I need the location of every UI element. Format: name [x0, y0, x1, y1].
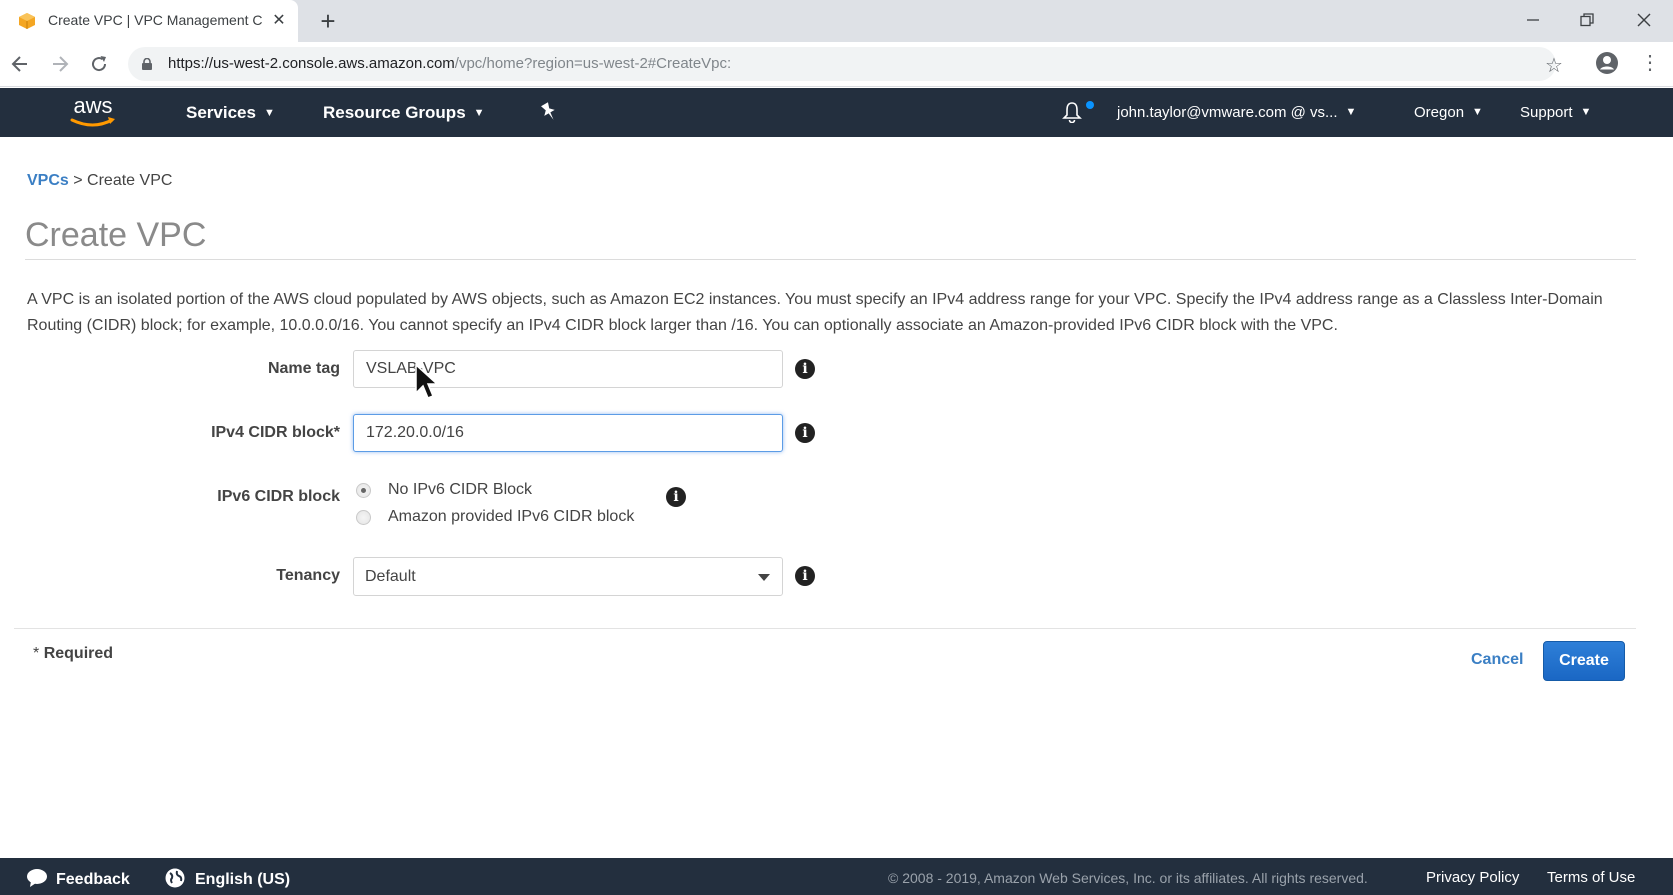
ipv4-cidr-input[interactable] — [353, 414, 783, 452]
region-menu[interactable]: Oregon ▼ — [1414, 104, 1483, 121]
ipv6-option-none[interactable]: No IPv6 CIDR Block — [356, 481, 532, 499]
ipv6-option-amazon[interactable]: Amazon provided IPv6 CIDR block — [356, 508, 634, 526]
breadcrumb-separator: > — [73, 172, 83, 189]
services-label: Services — [186, 103, 256, 122]
browser-toolbar: https://us-west-2.console.aws.amazon.com… — [0, 42, 1673, 87]
cancel-button[interactable]: Cancel — [1471, 651, 1523, 669]
caret-down-icon — [758, 574, 770, 581]
required-text: Required — [43, 645, 114, 662]
footer: Feedback English (US) © 2008 - 2019, Ama… — [0, 858, 1673, 895]
globe-icon — [165, 868, 185, 888]
radio-label: No IPv6 CIDR Block — [388, 481, 533, 498]
minimize-button[interactable] — [1513, 6, 1553, 34]
tenancy-value: Default — [365, 568, 416, 585]
language-selector[interactable]: English (US) — [165, 868, 290, 889]
tab-close-icon[interactable]: ✕ — [270, 10, 288, 30]
terms-of-use-link[interactable]: Terms of Use — [1547, 869, 1635, 886]
arrow-left-icon — [11, 56, 27, 72]
chevron-down-icon: ▼ — [263, 107, 275, 119]
ipv4-cidr-label: IPv4 CIDR block* — [211, 424, 340, 441]
support-label: Support — [1520, 104, 1573, 121]
browser-tab-strip: Create VPC | VPC Management Console ✕ + — [0, 0, 1673, 42]
forward-button[interactable] — [46, 50, 74, 78]
pin-icon[interactable] — [540, 102, 558, 122]
copyright-text: © 2008 - 2019, Amazon Web Services, Inc.… — [888, 870, 1368, 886]
url-text: https://us-west-2.console.aws.amazon.com… — [168, 55, 731, 72]
breadcrumb-vpcs-link[interactable]: VPCs — [27, 172, 69, 189]
ipv4-cidr-info-icon[interactable]: i — [795, 423, 815, 443]
region-label: Oregon — [1414, 104, 1465, 121]
create-button[interactable]: Create — [1543, 641, 1625, 681]
tenancy-info-icon[interactable]: i — [795, 566, 815, 586]
restore-button[interactable] — [1567, 6, 1607, 34]
url-path: /vpc/home?region=us-west-2#CreateVpc: — [454, 55, 732, 72]
window-close-button[interactable] — [1624, 6, 1664, 34]
feedback-link[interactable]: Feedback — [26, 868, 130, 889]
star-icon[interactable]: ☆ — [1545, 53, 1563, 78]
tenancy-label: Tenancy — [276, 567, 340, 584]
resource-groups-label: Resource Groups — [323, 103, 466, 122]
restore-icon — [1580, 13, 1594, 27]
name-tag-info-icon[interactable]: i — [795, 359, 815, 379]
language-label: English (US) — [195, 871, 291, 888]
form-divider — [14, 628, 1636, 629]
support-menu[interactable]: Support ▼ — [1520, 104, 1591, 121]
arrow-right-icon — [53, 56, 69, 72]
close-icon — [1637, 13, 1651, 27]
asterisk: * — [33, 645, 40, 662]
ipv6-cidr-info-icon[interactable]: i — [666, 487, 686, 507]
chevron-down-icon: ▼ — [1345, 106, 1357, 118]
services-menu[interactable]: Services ▼ — [186, 103, 275, 123]
privacy-policy-link[interactable]: Privacy Policy — [1426, 869, 1519, 886]
radio-label: Amazon provided IPv6 CIDR block — [388, 508, 635, 525]
address-bar[interactable]: https://us-west-2.console.aws.amazon.com… — [128, 47, 1556, 81]
account-label: john.taylor@vmware.com @ vs... — [1117, 104, 1338, 121]
notification-dot — [1086, 101, 1094, 109]
reload-icon — [92, 56, 107, 72]
aws-cube-icon — [19, 13, 35, 29]
new-tab-button[interactable]: + — [315, 6, 341, 36]
speech-bubble-icon — [27, 869, 47, 887]
title-divider — [25, 259, 1636, 260]
name-tag-label: Name tag — [267, 360, 340, 377]
back-button[interactable] — [6, 50, 34, 78]
breadcrumb: VPCs > Create VPC — [27, 172, 172, 190]
feedback-label: Feedback — [56, 871, 130, 888]
browser-tab[interactable]: Create VPC | VPC Management Console ✕ — [0, 0, 298, 42]
page-description: A VPC is an isolated portion of the AWS … — [27, 291, 1603, 334]
bell-icon[interactable] — [1062, 101, 1082, 123]
kebab-menu-icon[interactable]: ⋮ — [1640, 52, 1660, 74]
tenancy-select[interactable]: Default — [353, 557, 783, 596]
ipv6-cidr-label: IPv6 CIDR block — [217, 488, 340, 505]
radio-amazon-ipv6[interactable] — [356, 509, 371, 525]
chevron-down-icon: ▼ — [1472, 106, 1483, 118]
svg-text:aws: aws — [73, 93, 112, 118]
page-title: Create VPC — [25, 216, 207, 254]
tab-title: Create VPC | VPC Management Console — [48, 12, 263, 28]
url-host: https://us-west-2.console.aws.amazon.com — [168, 55, 455, 72]
chevron-down-icon: ▼ — [1580, 106, 1592, 118]
lock-icon — [142, 58, 152, 70]
minimize-icon — [1527, 19, 1539, 21]
breadcrumb-current: Create VPC — [87, 172, 173, 189]
required-note: * Required — [33, 645, 113, 663]
radio-no-ipv6[interactable] — [356, 482, 371, 498]
name-tag-input[interactable] — [353, 350, 783, 388]
aws-logo[interactable]: aws — [66, 93, 120, 131]
reload-button[interactable] — [85, 50, 113, 78]
account-icon[interactable] — [1595, 51, 1619, 75]
account-menu[interactable]: john.taylor@vmware.com @ vs... ▼ — [1117, 104, 1356, 121]
chevron-down-icon: ▼ — [473, 107, 485, 119]
aws-navbar: aws Services ▼ Resource Groups ▼ john.tayl… — [0, 88, 1673, 137]
resource-groups-menu[interactable]: Resource Groups ▼ — [323, 103, 485, 123]
